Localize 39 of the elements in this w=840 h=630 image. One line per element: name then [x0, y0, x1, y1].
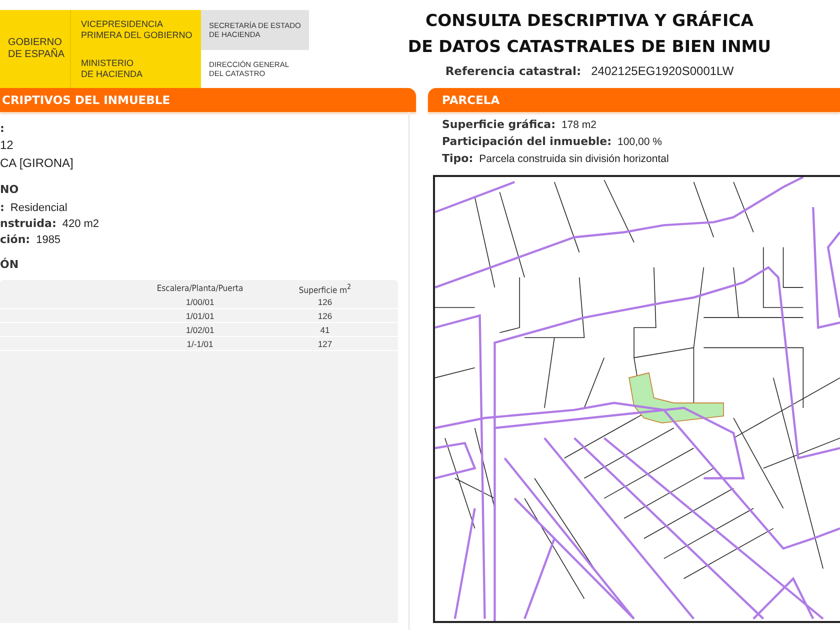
field-value: 1985 — [36, 234, 61, 246]
field-value: Parcela construida sin división horizontal — [479, 153, 669, 165]
table-cell-text: 1/-1/01 — [186, 338, 214, 348]
document-title: CONSULTA DESCRIPTIVA Y GRÁFICA — [426, 10, 754, 32]
table-cell-text: 41 — [319, 324, 331, 334]
field-label: : — [0, 122, 4, 135]
section-header-bar: CRIPTIVOS DEL INMUEBLE — [0, 88, 416, 112]
table-cell-text: 1/02/01 — [184, 324, 216, 334]
field-label: : — [0, 201, 4, 214]
field-label: nstruida: — [0, 217, 56, 230]
document-title: DE DATOS CATASTRALES DE BIEN INMU — [408, 36, 772, 58]
field-label: Participación del inmueble: — [442, 135, 612, 148]
column-header: Superficie m$^{2}$ — [298, 282, 352, 296]
field-value: 178 m2 — [561, 119, 596, 131]
government-name: DE ESPAÑA — [8, 49, 66, 61]
field-value: 100,00 % — [618, 136, 662, 148]
field-label: ción: — [0, 233, 30, 246]
table-cell-text: 126 — [316, 310, 334, 320]
ministry-name: DE HACIENDA — [81, 68, 144, 80]
table-cell-text: 1/00/01 — [184, 296, 216, 306]
government-name: GOBIERNO — [8, 37, 63, 48]
table-cell-text: 126 — [316, 296, 334, 306]
column-header: Escalera/Planta/Puerta — [156, 284, 244, 294]
field-value: 420 m2 — [62, 218, 100, 230]
field-label: Superficie gráfica: — [442, 118, 556, 131]
field-value: Residencial — [10, 202, 68, 214]
reference-label: Referencia catastral: — [445, 64, 582, 78]
section-heading: ÓN — [0, 258, 19, 271]
vicepresidency-name: PRIMERA DEL GOBIERNO — [81, 30, 194, 40]
section-header-bar: PARCELA — [428, 88, 840, 112]
field-label: Tipo: — [442, 152, 474, 165]
table-cell-text: 127 — [316, 338, 334, 348]
field-value: 12 — [0, 138, 14, 152]
vicepresidency-name: VICEPRESIDENCIA — [81, 18, 164, 30]
field-value: CA [GIRONA] — [0, 156, 74, 170]
section-heading: NO — [0, 183, 19, 196]
ministry-name: MINISTERIO — [81, 58, 135, 68]
reference-value: 2402125EG1920S0001LW — [591, 64, 734, 78]
table-cell-text: 1/01/01 — [184, 310, 216, 320]
